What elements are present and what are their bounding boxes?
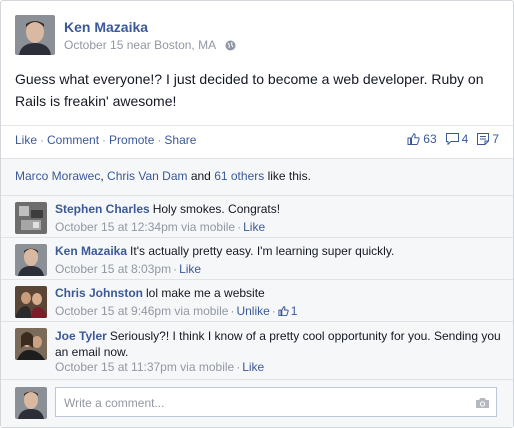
comment-text: Holy smokes. Congrats! [152, 202, 281, 216]
comment-like-count-value: 1 [290, 304, 298, 318]
comment-item: Joe Tyler Seriously?! I think I know of a… [1, 321, 513, 378]
divider [1, 125, 513, 126]
comment-item: Ken Mazaika It's actually pretty easy. I'… [1, 237, 513, 280]
comment-like-count[interactable]: 1 [278, 304, 298, 318]
comment-timestamp[interactable]: October 15 at 9:46pm via mobile [55, 304, 228, 318]
comment-body: Joe Tyler Seriously?! I think I know of a… [55, 328, 505, 360]
comment-input-placeholder: Write a comment... [64, 396, 165, 410]
thumbs-up-icon [407, 133, 420, 145]
comment-meta: October 15 at 8:03pm · Like [55, 262, 201, 276]
separator: · [173, 262, 178, 276]
commenter-avatar[interactable] [15, 244, 47, 276]
comment-body: Ken Mazaika It's actually pretty easy. I'… [55, 244, 394, 258]
separator: · [237, 220, 242, 234]
post-card: Ken Mazaika October 15 near Boston, MA G… [0, 0, 514, 428]
comment-meta: October 15 at 12:34pm via mobile · Like [55, 220, 265, 234]
separator: · [236, 360, 241, 374]
comment-like-link[interactable]: Like [242, 360, 264, 374]
like-count[interactable]: 63 [407, 132, 437, 146]
promote-link[interactable]: Promote [109, 133, 154, 147]
comment-meta: October 15 at 11:37pm via mobile · Like [55, 360, 264, 374]
post-meta: October 15 near Boston, MA [64, 38, 236, 54]
comment-count[interactable]: 4 [445, 132, 469, 146]
author-name[interactable]: Ken Mazaika [64, 19, 148, 35]
comment-item: Stephen Charles Holy smokes. Congrats! Oc… [1, 195, 513, 238]
comment-timestamp[interactable]: October 15 at 8:03pm [55, 262, 171, 276]
comment-body: Stephen Charles Holy smokes. Congrats! [55, 202, 280, 216]
separator: · [40, 133, 45, 147]
feedback-section: Marco Morawec, Chris Van Dam and 61 othe… [1, 158, 513, 427]
comment-input[interactable]: Write a comment... [55, 387, 497, 417]
commenter-avatar[interactable] [15, 286, 47, 318]
commenter-avatar[interactable] [15, 202, 47, 234]
comment-unlike-link[interactable]: Unlike [236, 304, 269, 318]
liker-link[interactable]: Marco Morawec [15, 169, 100, 183]
share-icon [477, 133, 490, 145]
comment-count-value: 4 [461, 132, 469, 146]
commenter-name[interactable]: Joe Tyler [55, 329, 107, 343]
commenter-avatar[interactable] [15, 328, 47, 360]
comment-timestamp[interactable]: October 15 at 12:34pm via mobile [55, 220, 235, 234]
separator: · [230, 304, 235, 318]
share-count-value: 7 [492, 132, 499, 146]
comment-text: It's actually pretty easy. I'm learning … [130, 244, 395, 258]
share-link[interactable]: Share [164, 133, 196, 147]
comment-like-link[interactable]: Like [179, 262, 201, 276]
globe-icon[interactable] [225, 40, 236, 54]
commenter-name[interactable]: Chris Johnston [55, 286, 143, 300]
thumbs-up-icon [278, 306, 289, 317]
comment-bubble-icon [445, 133, 459, 145]
commenter-name[interactable]: Ken Mazaika [55, 244, 127, 258]
comment-body: Chris Johnston lol make me a website [55, 286, 265, 300]
comment-text: Seriously?! I think I know of a pretty c… [55, 329, 501, 359]
separator: · [271, 304, 276, 318]
likes-suffix: like this. [264, 169, 311, 183]
comment-link[interactable]: Comment [47, 133, 99, 147]
comment-like-link[interactable]: Like [243, 220, 265, 234]
post-location[interactable]: near Boston, MA [127, 38, 216, 52]
commenter-name[interactable]: Stephen Charles [55, 202, 150, 216]
likes-summary: Marco Morawec, Chris Van Dam and 61 othe… [15, 169, 311, 183]
comment-timestamp[interactable]: October 15 at 11:37pm via mobile [55, 360, 234, 374]
liker-link[interactable]: Chris Van Dam [107, 169, 187, 183]
post-text: Guess what everyone!? I just decided to … [15, 71, 484, 109]
like-link[interactable]: Like [15, 133, 37, 147]
post-actions: Like · Comment · Promote · Share [15, 133, 196, 147]
separator: · [102, 133, 107, 147]
post-date[interactable]: October 15 [64, 38, 123, 52]
separator: · [157, 133, 162, 147]
write-comment-row: Write a comment... [1, 379, 513, 428]
comment-meta: October 15 at 9:46pm via mobile · Unlike · 1 [55, 304, 297, 318]
camera-icon[interactable] [475, 397, 490, 409]
likers-others-link[interactable]: 61 others [214, 169, 264, 183]
comment-text: lol make me a website [146, 286, 265, 300]
comment-item: Chris Johnston lol make me a website Octo… [1, 279, 513, 322]
post-counts: 63 4 7 [398, 132, 499, 146]
like-count-value: 63 [423, 132, 437, 146]
current-user-avatar [15, 387, 47, 419]
author-avatar[interactable] [15, 15, 55, 55]
likes-and: and [187, 169, 215, 183]
share-count[interactable]: 7 [477, 132, 499, 146]
